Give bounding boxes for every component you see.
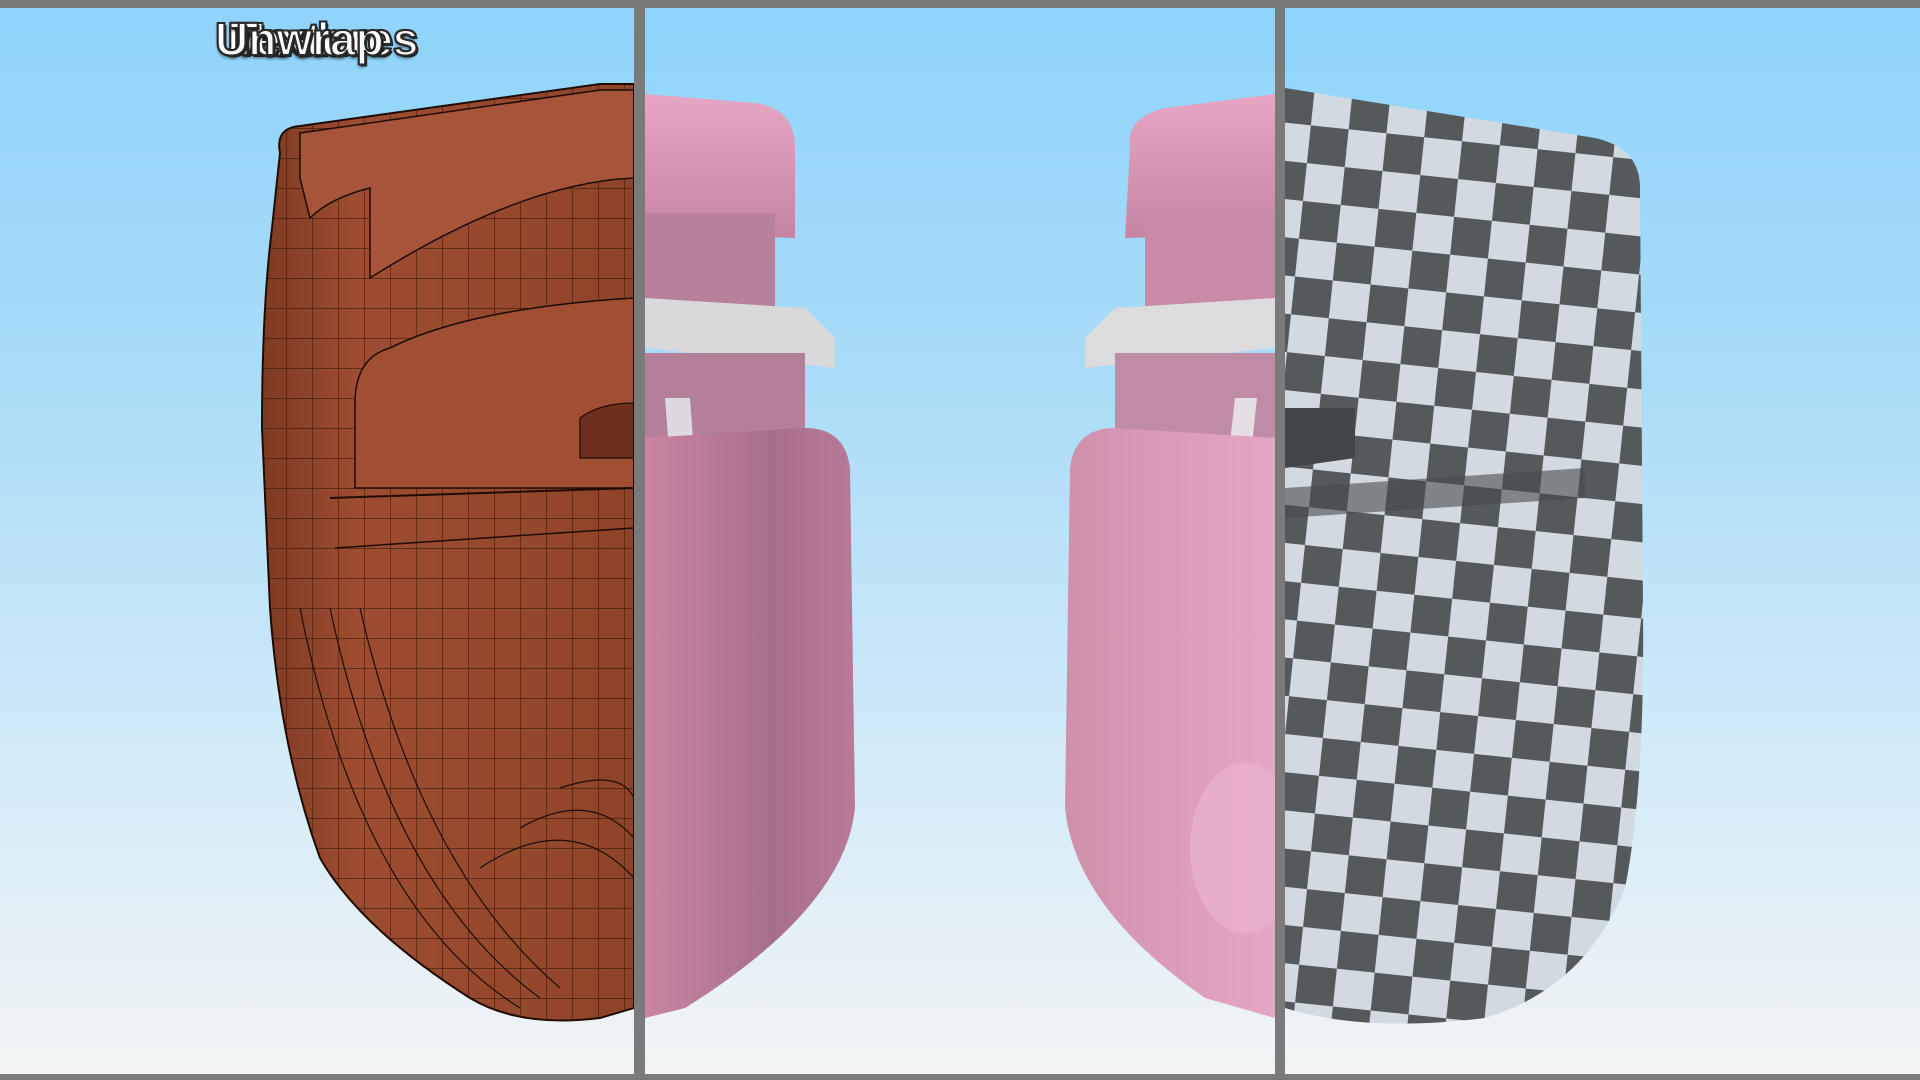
unwrap-panel — [1285, 8, 1920, 1074]
textures-panel — [645, 8, 1275, 1074]
textured-render — [645, 94, 1275, 1018]
render-comparison-frame: Mesh Textures Unwrap — [0, 0, 1920, 1080]
mesh-wireframe-render — [260, 83, 634, 1022]
uv-checker-render — [1285, 88, 1644, 1024]
mesh-panel — [0, 8, 634, 1074]
